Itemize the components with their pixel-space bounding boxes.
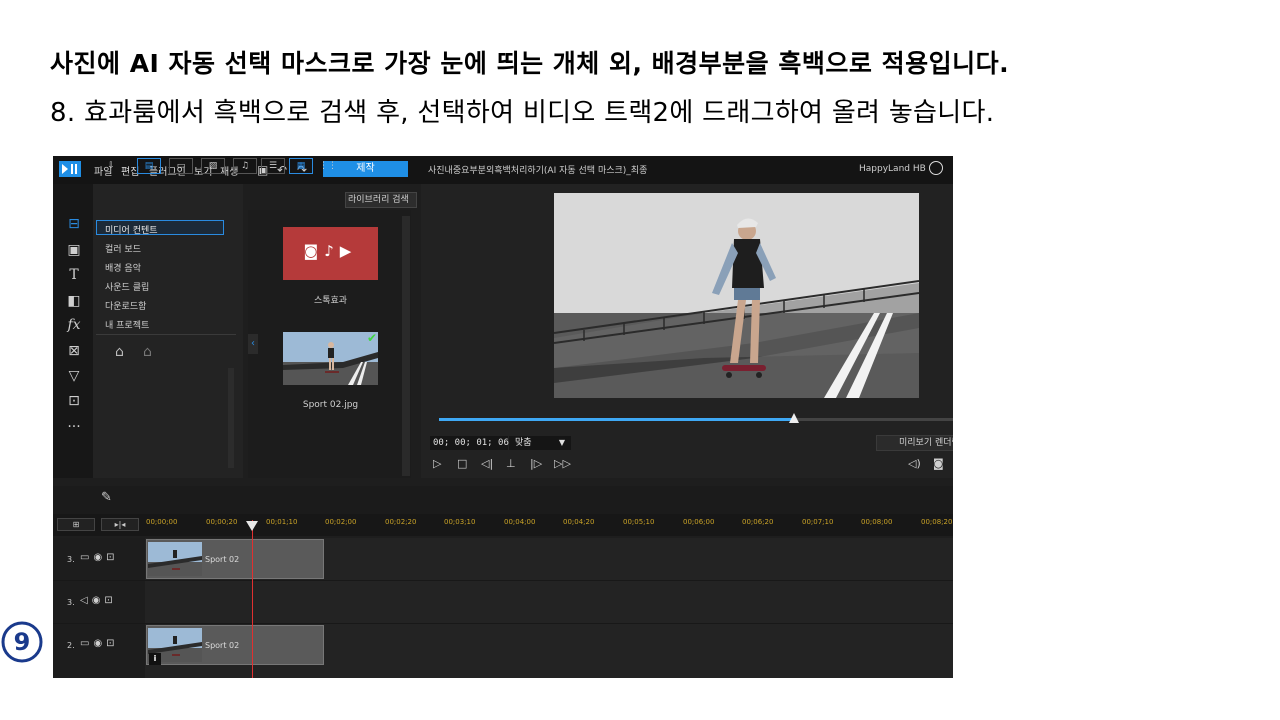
remove-tag-icon[interactable]: ⌂ bbox=[143, 344, 152, 360]
track-audio-3 bbox=[53, 581, 953, 624]
timeline-playhead[interactable] bbox=[252, 520, 253, 678]
play-icon[interactable]: ▷ bbox=[433, 457, 441, 470]
library-item-sound-clip[interactable]: 사운드 클립 bbox=[105, 280, 149, 293]
ruler-tick: 00;05;10 bbox=[623, 518, 655, 526]
ruler-tick: 00;06;20 bbox=[742, 518, 774, 526]
prev-frame-icon[interactable]: ◁| bbox=[481, 457, 493, 470]
preview-scrub-progress bbox=[439, 418, 795, 421]
particle-room-icon[interactable]: ▽ bbox=[65, 368, 83, 384]
step-instruction: 8. 효과룸에서 흑백으로 검색 후, 선택하여 비디오 트랙2에 드래그하여 … bbox=[50, 98, 995, 128]
step-number-circle: 9 bbox=[1, 621, 43, 663]
video-filter-icon[interactable]: ▭ bbox=[169, 158, 193, 174]
track-header-video-2 bbox=[53, 624, 145, 678]
import-icon[interactable]: ⇩ bbox=[99, 158, 123, 174]
edit-pen-icon[interactable]: ✎ bbox=[101, 490, 112, 505]
user-avatar-icon[interactable] bbox=[929, 161, 943, 175]
pip-room-icon[interactable]: ⊠ bbox=[65, 343, 83, 359]
add-tag-icon[interactable]: ⌂ bbox=[115, 344, 124, 360]
subtitle-room-icon[interactable]: ⊡ bbox=[65, 393, 83, 409]
user-name: HappyLand HB bbox=[859, 164, 926, 174]
preview-quality-button[interactable]: 미리보기 렌더링 bbox=[876, 435, 953, 451]
media-scrollbar[interactable] bbox=[402, 216, 410, 476]
track-manager-button[interactable]: ⊞ bbox=[57, 518, 95, 531]
clip-label: Sport 02 bbox=[205, 641, 240, 650]
track-label: 2. bbox=[67, 641, 75, 650]
title-room-icon[interactable]: T bbox=[65, 267, 83, 283]
slide-heading: 사진에 AI 자동 선택 마스크로 가장 눈에 띄는 개체 외, 배경부분을 흑… bbox=[50, 49, 1010, 78]
sport-clip-label: Sport 02.jpg bbox=[302, 400, 359, 410]
stop-icon[interactable]: □ bbox=[457, 457, 467, 470]
transition-room-icon[interactable]: ◧ bbox=[65, 293, 83, 309]
stock-media-icons: ◙♪▶ bbox=[303, 242, 358, 260]
chevron-down-icon: ▼ bbox=[558, 438, 565, 447]
ruler-tick: 00;03;10 bbox=[444, 518, 476, 526]
more-options-icon[interactable]: ⋮⋮ bbox=[316, 158, 340, 174]
track-controls-video-3[interactable]: ▭◉⊡ bbox=[80, 552, 119, 563]
ruler-tick: 00;08;20 bbox=[921, 518, 953, 526]
library-item-media-content[interactable]: 미디어 컨텐트 bbox=[105, 223, 158, 236]
media-room-icon[interactable]: ⊟ bbox=[65, 216, 83, 232]
ruler-tick: 00;08;00 bbox=[861, 518, 893, 526]
ruler-tick: 00;06;00 bbox=[683, 518, 715, 526]
fast-forward-icon[interactable]: ▷▷ bbox=[554, 457, 571, 470]
scrub-handle-icon[interactable] bbox=[789, 413, 800, 423]
sport-clip-thumbnail[interactable] bbox=[283, 332, 378, 385]
app-window: 파일 편집 플러그인 보기 재생 ▣ ↶ ↷ 제작 사진내중요부분외흑백처리하기… bbox=[53, 156, 953, 678]
volume-icon[interactable]: ◁) bbox=[908, 457, 921, 470]
image-filter-icon[interactable]: ▨ bbox=[201, 158, 225, 174]
music-filter-icon[interactable]: ♫ bbox=[233, 158, 257, 174]
fit-timeline-button[interactable]: ▸|◂ bbox=[101, 518, 139, 531]
library-item-color-board[interactable]: 컬러 보드 bbox=[105, 242, 141, 255]
snapshot-split-icon[interactable]: ⊥ bbox=[506, 457, 516, 470]
checkmark-icon: ✔ bbox=[367, 331, 378, 345]
preview-image bbox=[554, 193, 919, 398]
fx-room-icon[interactable]: fx bbox=[65, 317, 83, 333]
step-number: 9 bbox=[14, 628, 31, 656]
ruler-tick: 00;04;00 bbox=[504, 518, 536, 526]
timecode-display[interactable]: 00; 00; 01; 06 bbox=[430, 436, 509, 450]
ruler-tick: 00;00;20 bbox=[206, 518, 238, 526]
library-item-downloads[interactable]: 다운로드함 bbox=[105, 299, 146, 312]
track-label: 3. bbox=[67, 555, 75, 564]
camera-icon[interactable]: ◙ bbox=[933, 457, 944, 470]
library-scrollbar[interactable] bbox=[228, 368, 234, 468]
project-title: 사진내중요부분외흑백처리하기(AI 자동 선택 마스크)_최종 bbox=[428, 166, 648, 176]
clip-label: Sport 02 bbox=[205, 555, 240, 564]
collapse-panel-icon[interactable]: ‹ bbox=[248, 334, 258, 354]
ruler-tick: 00;02;20 bbox=[385, 518, 417, 526]
playhead-handle-icon[interactable] bbox=[246, 521, 258, 531]
ruler-tick: 00;02;00 bbox=[325, 518, 357, 526]
ruler-tick: 00;04;20 bbox=[563, 518, 595, 526]
more-icon[interactable]: ··· bbox=[65, 419, 83, 435]
info-icon[interactable]: i bbox=[149, 653, 161, 665]
fit-dropdown[interactable]: 맞춤 ▼ bbox=[509, 436, 571, 450]
ruler-tick: 00;01;10 bbox=[266, 518, 298, 526]
track-controls-video-2[interactable]: ▭◉⊡ bbox=[80, 638, 119, 649]
library-item-bgm[interactable]: 배경 음악 bbox=[105, 261, 141, 274]
timeline-toolbar bbox=[53, 486, 953, 514]
track-label: 3. bbox=[67, 598, 75, 607]
app-logo-icon bbox=[59, 161, 81, 177]
library-search-input[interactable]: 라이브러리 검색 bbox=[345, 192, 417, 208]
fit-dropdown-label: 맞춤 bbox=[515, 438, 532, 448]
library-item-my-projects[interactable]: 내 프로젝트 bbox=[105, 318, 149, 331]
list-view-icon[interactable]: ☰ bbox=[261, 158, 285, 174]
media-filter-icon[interactable]: ▤ bbox=[137, 158, 161, 174]
track-controls-audio-3[interactable]: ◁◉⊡ bbox=[80, 595, 117, 606]
effect-room-icon[interactable]: ▣ bbox=[65, 242, 83, 258]
stock-effects-label: 스톡효과 bbox=[313, 296, 348, 306]
library-divider bbox=[96, 334, 236, 335]
ruler-tick: 00;07;10 bbox=[802, 518, 834, 526]
next-frame-icon[interactable]: |▷ bbox=[530, 457, 542, 470]
grid-view-icon[interactable]: ▦ bbox=[289, 158, 313, 174]
ruler-tick: 00;00;00 bbox=[146, 518, 178, 526]
clip-thumbnail bbox=[148, 542, 202, 576]
